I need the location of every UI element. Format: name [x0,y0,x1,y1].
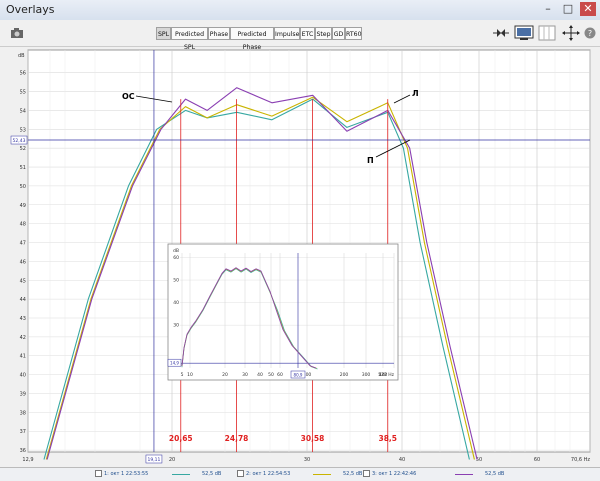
x-tick-label: 60 [534,457,540,463]
tab-impulse[interactable]: Impulse [274,27,300,40]
legend-checkbox-1[interactable] [95,470,102,477]
minimize-button[interactable]: – [540,2,556,16]
inset-cursor-x-label: 80,9 [294,373,303,378]
x-tick-label: 70,6 Hz [571,457,590,463]
y-tick-label: 52 [20,146,26,152]
legend-value-2: 52,5 dB [343,471,363,477]
inset-panel [167,243,399,381]
cursor-x-label: 19,11 [148,457,161,463]
tab-step[interactable]: Step [315,27,332,40]
y-tick-label: 43 [20,316,26,322]
tab-phase[interactable]: Phase [208,27,230,40]
inset-x-tick: 30 [242,372,248,378]
legend-label-2: 2: окт 1 22:54:53 [246,471,291,477]
inset-y-tick: 60 [173,255,179,261]
inset-cursor-y-label: 14,9 [170,361,179,366]
inset-x-tick: 40 [257,372,263,378]
display-icon[interactable] [514,25,534,41]
inset-y-tick: 40 [173,300,179,306]
y-tick-label: 45 [20,278,26,284]
legend-checkbox-3[interactable] [363,470,370,477]
y-tick-label: 42 [20,335,26,341]
y-tick-label: 53 [20,127,26,133]
arrows-icon[interactable] [562,25,580,41]
marker-label: 30,58 [301,434,325,443]
y-axis-unit: dB [18,53,25,59]
y-tick-label: 51 [20,165,26,171]
inset-x-tick: 60 [277,372,283,378]
inset-x-tick: 20 [222,372,228,378]
y-tick-label: 39 [20,391,26,397]
annotation-l: Л [412,89,419,98]
y-tick-label: 48 [20,222,26,228]
controls-icon[interactable] [492,25,510,41]
y-tick-label: 56 [20,71,26,77]
toolbar: SPL Predicted SPL Phase Predicted Phase … [0,20,600,51]
inset-x-tick: 200 [340,372,349,378]
x-tick-label: 30 [304,457,310,463]
legend-checkbox-2[interactable] [237,470,244,477]
marker-label: 20,65 [169,434,193,443]
legend-label-3: 3: окт 1 22:42:46 [372,471,417,477]
maximize-button[interactable]: □ [560,2,576,16]
tab-etc[interactable]: ETC [300,27,315,40]
y-tick-label: 41 [20,354,26,360]
inset-x-tick: 50 [268,372,274,378]
y-tick-label: 54 [20,108,26,114]
y-tick-label: 46 [20,259,26,265]
tab-spl[interactable]: SPL [156,27,171,40]
annotation-p: П [367,156,374,165]
inset-x-tick: 10 [187,372,193,378]
legend-label-1: 1: окт 1 22:53:55 [104,471,149,477]
inset-x-tick: 522 Hz [378,372,394,378]
inset-y-tick: 30 [173,323,179,329]
y-tick-label: 40 [20,373,26,379]
inset-y-unit: dB [173,248,179,254]
legend-swatch-1 [172,474,190,475]
marker-label: 38,5 [378,434,397,443]
window-title: Overlays [6,3,55,16]
plot-area[interactable]: 56 55 54 53 52 51 50 49 48 47 46 45 44 43 42 41 40 39 38 37… [0,46,600,480]
legend-value-3: 52,5 dB [485,471,505,477]
tab-predicted-phase[interactable]: Predicted Phase [230,27,274,51]
y-tick-label: 37 [20,429,26,435]
camera-icon[interactable] [8,25,26,41]
x-tick-label: 40 [399,457,405,463]
help-icon[interactable]: ? [584,25,596,41]
title-bar: Overlays – □ ✕ [0,0,600,21]
y-tick-label: 44 [20,297,26,303]
annotation-oc: ОС [122,92,135,101]
grid-icon[interactable] [538,25,556,41]
legend-value-1: 52,5 dB [202,471,222,477]
inset-x-tick: 5 [181,372,184,378]
inset-x-tick: 300 [362,372,371,378]
legend-swatch-3 [455,474,473,475]
legend-bar: 1: окт 1 22:53:55 52,5 dB 2: окт 1 22:54… [0,467,600,481]
cursor-y-label: 52,43 [13,138,26,144]
y-tick-label: 38 [20,410,26,416]
y-tick-label: 50 [20,184,26,190]
y-tick-label: 49 [20,203,26,209]
marker-label: 24,78 [225,434,249,443]
inset-y-tick: 50 [173,278,179,284]
x-tick-label: 20 [169,457,175,463]
tab-predicted-spl[interactable]: Predicted SPL [171,27,208,51]
x-tick-label: 12,9 [22,457,33,463]
tab-rt60[interactable]: RT60 [345,27,362,40]
svg-text:?: ? [588,29,592,38]
y-tick-label: 55 [20,90,26,96]
spl-chart[interactable]: 56 55 54 53 52 51 50 49 48 47 46 45 44 43 42 41 40 39 38 37… [0,46,600,467]
y-tick-label: 36 [20,448,26,454]
y-tick-label: 47 [20,241,26,247]
tab-gd[interactable]: GD [332,27,345,40]
legend-swatch-2 [313,474,331,475]
close-button[interactable]: ✕ [580,2,596,16]
